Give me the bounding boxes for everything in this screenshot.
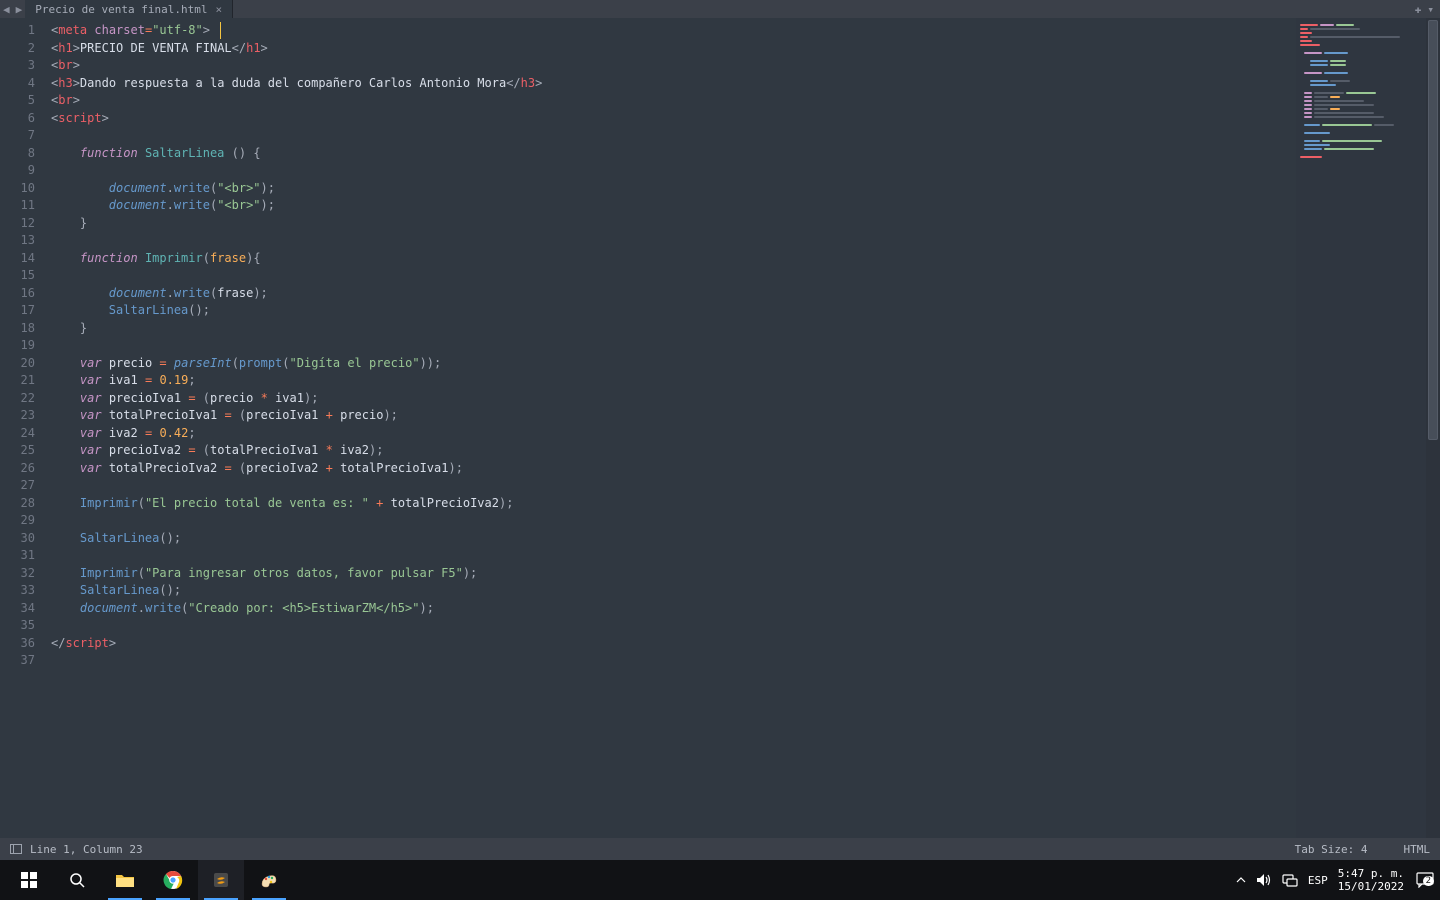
line-number: 18 [0,320,35,338]
line-number: 36 [0,635,35,653]
window-tabbar: ◀ ▶ Precio de venta final.html × ✚ ▾ [0,0,1440,18]
line-number: 32 [0,565,35,583]
side-panel-toggle-icon[interactable] [10,844,22,854]
line-number: 2 [0,40,35,58]
line-number: 5 [0,92,35,110]
minimap[interactable] [1296,18,1426,838]
line-number: 7 [0,127,35,145]
status-cursor-position: Line 1, Column 23 [30,843,143,856]
tab-next-icon[interactable]: ▶ [13,3,26,16]
line-number: 33 [0,582,35,600]
start-menu-button[interactable] [6,860,52,900]
status-tab-size[interactable]: Tab Size: 4 [1295,843,1368,856]
paint-button[interactable] [246,860,292,900]
line-number: 29 [0,512,35,530]
tab-prev-icon[interactable]: ◀ [0,3,13,16]
line-number: 3 [0,57,35,75]
show-hidden-icons-button[interactable] [1236,875,1246,885]
line-number: 15 [0,267,35,285]
action-center-button[interactable]: 2 [1416,872,1434,888]
line-number: 27 [0,477,35,495]
line-number: 11 [0,197,35,215]
line-number: 6 [0,110,35,128]
keyboard-language[interactable]: ESP [1308,874,1328,887]
scrollbar-thumb[interactable] [1428,20,1438,440]
notification-badge: 2 [1423,876,1434,886]
line-number: 20 [0,355,35,373]
search-button[interactable] [54,860,100,900]
line-number: 31 [0,547,35,565]
line-number: 23 [0,407,35,425]
line-number: 26 [0,460,35,478]
taskbar-clock[interactable]: 5:47 p. m. 15/01/2022 [1338,867,1406,893]
new-tab-icon[interactable]: ✚ [1415,3,1422,16]
chrome-button[interactable] [150,860,196,900]
line-number: 21 [0,372,35,390]
taskbar-date: 15/01/2022 [1338,880,1404,893]
line-number: 10 [0,180,35,198]
code-editor[interactable]: <meta charset="utf-8"> <h1>PRECIO DE VEN… [45,18,1296,838]
line-number: 13 [0,232,35,250]
line-number: 30 [0,530,35,548]
line-number: 17 [0,302,35,320]
text-cursor [220,22,221,39]
line-number: 19 [0,337,35,355]
line-number: 16 [0,285,35,303]
line-number: 34 [0,600,35,618]
sublime-text-button[interactable] [198,860,244,900]
close-tab-icon[interactable]: × [215,3,222,16]
line-number: 35 [0,617,35,635]
status-language[interactable]: HTML [1404,843,1431,856]
line-number: 8 [0,145,35,163]
vertical-scrollbar[interactable] [1426,18,1440,838]
line-number: 22 [0,390,35,408]
line-number: 1 [0,22,35,40]
line-number: 37 [0,652,35,670]
line-number: 28 [0,495,35,513]
file-explorer-button[interactable] [102,860,148,900]
file-tab[interactable]: Precio de venta final.html × [25,0,233,18]
line-number-gutter: 1234567891011121314151617181920212223242… [0,18,45,838]
line-number: 24 [0,425,35,443]
network-icon[interactable] [1282,873,1298,887]
line-number: 14 [0,250,35,268]
line-number: 4 [0,75,35,93]
tabs-menu-icon[interactable]: ▾ [1427,3,1434,16]
line-number: 25 [0,442,35,460]
windows-taskbar: ESP 5:47 p. m. 15/01/2022 2 [0,860,1440,900]
line-number: 9 [0,162,35,180]
line-number: 12 [0,215,35,233]
file-tab-title: Precio de venta final.html [35,3,207,16]
volume-icon[interactable] [1256,873,1272,887]
taskbar-time: 5:47 p. m. [1338,867,1404,880]
status-bar: Line 1, Column 23 Tab Size: 4 HTML [0,838,1440,860]
